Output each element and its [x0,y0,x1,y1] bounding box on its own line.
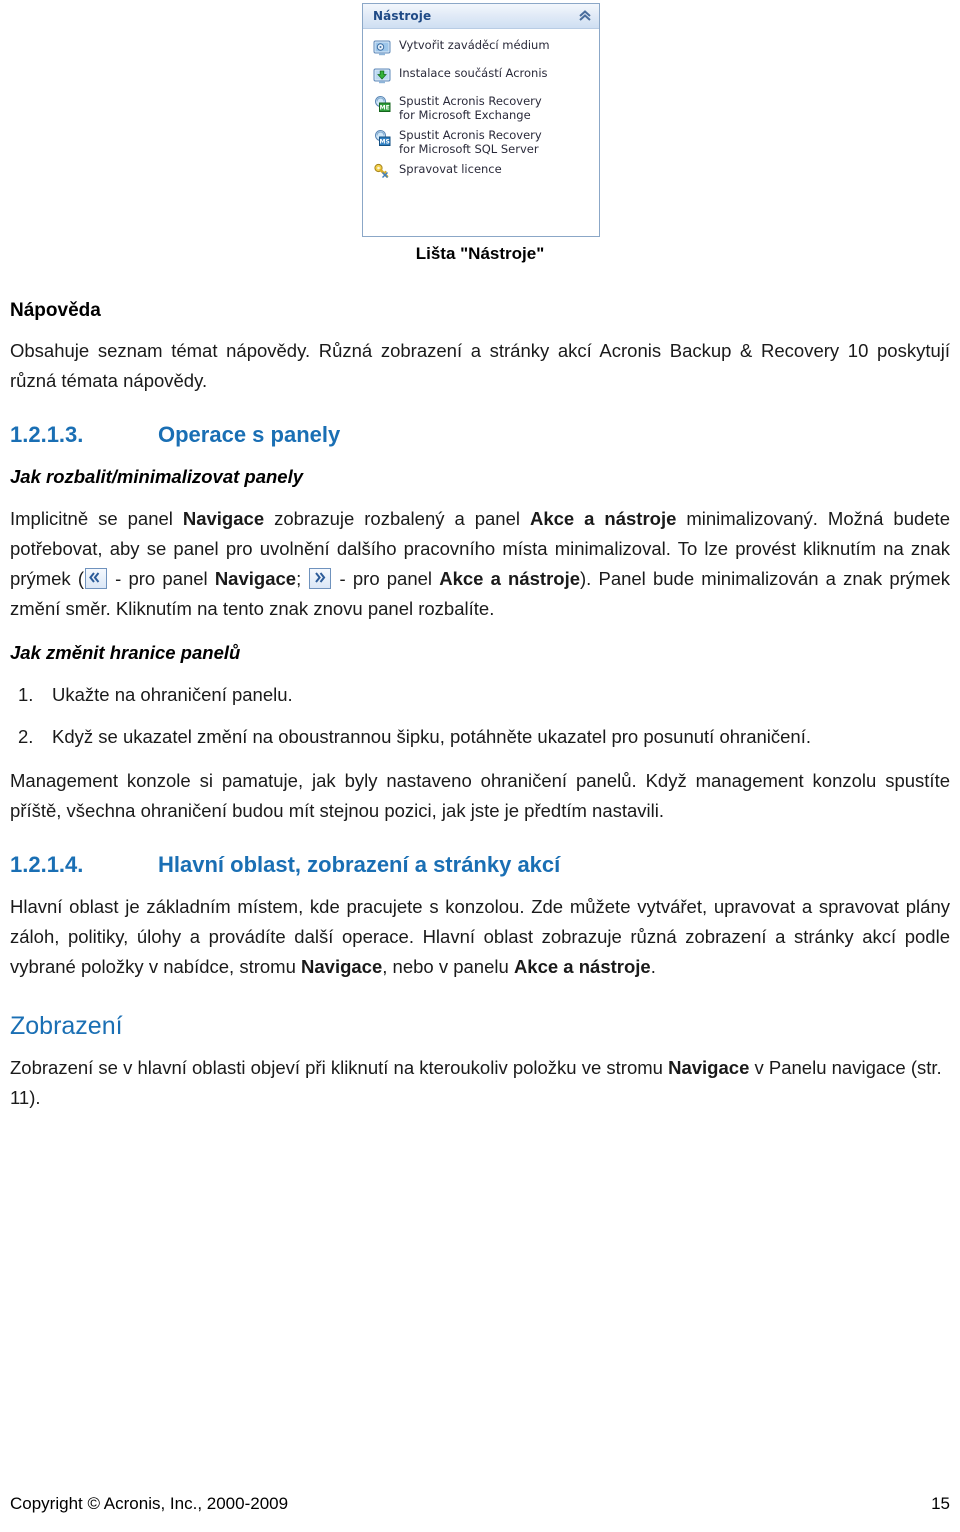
tools-panel-header: Nástroje [363,4,599,29]
sql-recovery-icon: MS [373,129,391,147]
document-content: Nápověda Obsahuje seznam témat nápovědy.… [10,300,950,1131]
tools-panel-title: Nástroje [373,9,432,23]
list-item: 1. Ukažte na ohraničení panelu. [10,680,950,710]
text-run: Zobrazení se v hlavní oblasti objeví při… [10,1057,669,1078]
paragraph-hlavni-oblast: Hlavní oblast je základním místem, kde p… [10,892,950,982]
list-item: 2. Když se ukazatel změní na oboustrannou… [10,722,950,752]
heading-number: 1.2.1.3. [10,422,84,447]
double-chevron-right-icon[interactable] [309,568,332,589]
heading-zobrazeni: Zobrazení [10,1012,123,1040]
page-footer: Copyright © Acronis, Inc., 2000-2009 15 [10,1494,950,1514]
bootable-media-icon [373,39,391,57]
text-run: - pro panel [332,568,440,589]
svg-text:ME: ME [380,105,390,112]
text-bold-navigace: Navigace [214,568,297,589]
heading-operace-s-panely: 1.2.1.3. Operace s panely [10,422,950,448]
chevron-up-icon[interactable] [578,10,592,22]
tool-item-manage-licenses[interactable]: Spravovat licence [363,159,599,187]
subheading-jak-zmenit-hranice: Jak změnit hranice panelů [10,642,241,663]
text-bold-navigace: Navigace [182,508,265,529]
text-run: Implicitně se panel [10,508,183,529]
double-chevron-left-icon[interactable] [84,568,107,589]
tool-item-label: Instalace součástí Acronis [399,66,548,80]
text-bold-akce-nastroje: Akce a nástroje [529,508,677,529]
text-bold-akce-nastroje: Akce a nástroje [513,956,651,977]
paragraph-management-konzole: Management konzole si pamatuje, jak byly… [10,770,950,821]
footer-copyright: Copyright © Acronis, Inc., 2000-2009 [10,1494,289,1513]
text-run: - pro panel [107,568,215,589]
paragraph-napoveda: Obsahuje seznam témat nápovědy. Různá zo… [10,340,950,391]
svg-text:MS: MS [380,139,390,146]
heading-napoveda: Nápověda [10,300,101,321]
list-item-text: Když se ukazatel změní na oboustrannou š… [52,726,811,747]
heading-hlavni-oblast: 1.2.1.4. Hlavní oblast, zobrazení a strá… [10,852,950,878]
heading-title: Operace s panely [158,422,341,447]
text-bold-akce-nastroje: Akce a nástroje [439,568,581,589]
text-bold-navigace: Navigace [668,1057,750,1078]
text-run: . [650,956,656,977]
subheading-jak-rozbalit: Jak rozbalit/minimalizovat panely [10,466,304,487]
tool-item-sql-recovery[interactable]: MS Spustit Acronis Recovery for Microsof… [363,125,599,159]
tools-panel-body: Vytvořit zaváděcí médium Instalace součá… [363,29,599,191]
install-components-icon [373,67,391,85]
tool-item-label: Spustit Acronis Recovery for Microsoft E… [399,94,542,122]
text-bold-navigace: Navigace [301,956,383,977]
tool-item-exchange-recovery[interactable]: ME Spustit Acronis Recovery for Microsof… [363,91,599,125]
tool-item-label: Spravovat licence [399,162,502,176]
heading-title: Hlavní oblast, zobrazení a stránky akcí [158,852,561,877]
text-run: ; [296,568,309,589]
tools-panel-figure: Nástroje Vytvořit zaváděcí médium Instal… [362,3,600,237]
tool-item-install-components[interactable]: Instalace součástí Acronis [363,63,599,91]
list-item-number: 1. [18,684,34,705]
heading-number: 1.2.1.4. [10,852,84,877]
license-key-icon [373,163,391,181]
text-run: zobrazuje rozbalený a panel [264,508,530,529]
tool-item-create-bootable-media[interactable]: Vytvořit zaváděcí médium [363,35,599,63]
steps-list: 1. Ukažte na ohraničení panelu. 2. Když se… [10,680,950,752]
list-item-number: 2. [18,726,34,747]
paragraph-zobrazeni: Zobrazení se v hlavní oblasti objeví při… [10,1053,950,1113]
figure-caption: Lišta "Nástroje" [415,244,545,263]
footer-page-number: 15 [931,1494,950,1513]
tool-item-label: Vytvořit zaváděcí médium [399,38,550,52]
document-page: Nástroje Vytvořit zaváděcí médium Instal… [0,0,960,1532]
paragraph-panel-expand: Implicitně se panel Navigace zobrazuje r… [10,504,950,624]
list-item-text: Ukažte na ohraničení panelu. [52,684,293,705]
exchange-recovery-icon: ME [373,95,391,113]
text-run: , nebo v panelu [382,956,514,977]
tool-item-label: Spustit Acronis Recovery for Microsoft S… [399,128,542,156]
